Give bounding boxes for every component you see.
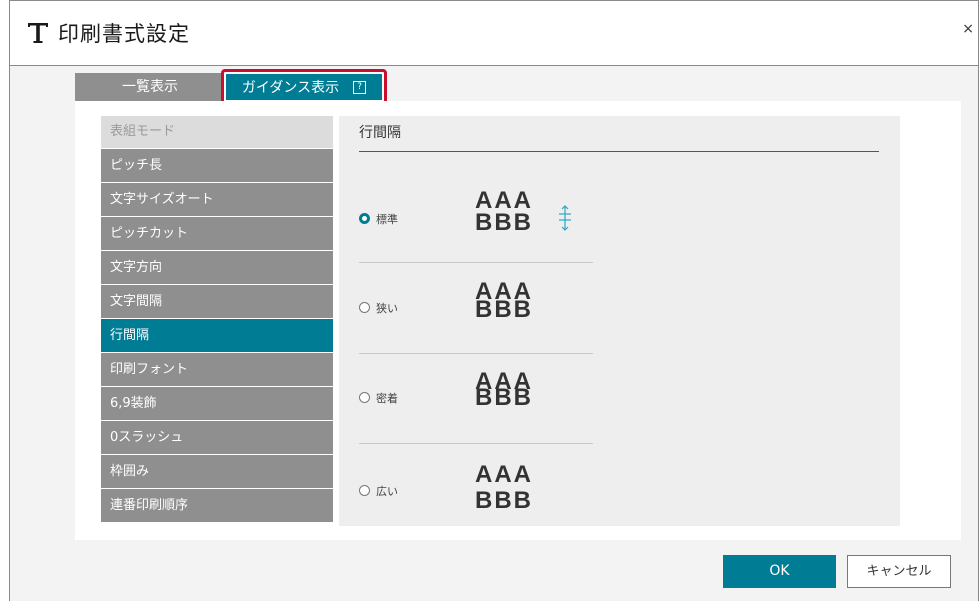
sidebar-item-pitch-length[interactable]: ピッチ長 bbox=[101, 149, 333, 182]
ok-button[interactable]: OK bbox=[723, 555, 836, 588]
letter-t-icon bbox=[26, 19, 50, 47]
sample-tight: AAA BBB bbox=[475, 370, 533, 411]
sidebar-item-print-font[interactable]: 印刷フォント bbox=[101, 353, 333, 386]
title-bar: 印刷書式設定 × bbox=[10, 0, 978, 66]
radio-narrow[interactable] bbox=[359, 302, 370, 313]
sample-narrow-line2: BBB bbox=[475, 296, 533, 323]
sidebar-item-line-spacing[interactable]: 行間隔 bbox=[101, 319, 333, 352]
option-divider bbox=[359, 443, 593, 444]
sample-wide-line1: AAA bbox=[475, 461, 533, 488]
radio-standard[interactable] bbox=[359, 213, 370, 224]
print-format-dialog: 印刷書式設定 × 一覧表示 ガイダンス表示 ? 表組モード ピッチ長 文字サイズ… bbox=[9, 0, 979, 601]
sidebar-item-char-spacing[interactable]: 文字間隔 bbox=[101, 285, 333, 318]
tab-guidance-label: ガイダンス表示 bbox=[241, 80, 340, 96]
line-spacing-content: 行間隔 標準 AAA BBB 狭い AAA BBB 密着 AAA BBB 広い … bbox=[339, 116, 900, 526]
sidebar-item-font-size-auto[interactable]: 文字サイズオート bbox=[101, 183, 333, 216]
tab-guidance-highlight: ガイダンス表示 ? bbox=[221, 69, 387, 105]
title-divider bbox=[359, 151, 879, 152]
sample-wide-line2: BBB bbox=[475, 487, 533, 514]
radio-tight[interactable] bbox=[359, 392, 370, 403]
sidebar-item-frame[interactable]: 枠囲み bbox=[101, 455, 333, 488]
radio-narrow-label[interactable]: 狭い bbox=[376, 300, 398, 316]
cancel-button[interactable]: キャンセル bbox=[847, 555, 951, 588]
sidebar-item-69-decoration[interactable]: 6,9装飾 bbox=[101, 387, 333, 420]
sidebar-item-serial-print-order[interactable]: 連番印刷順序 bbox=[101, 489, 333, 522]
view-tabs: 一覧表示 ガイダンス表示 ? bbox=[75, 69, 387, 105]
sidebar-item-pitch-cut[interactable]: ピッチカット bbox=[101, 217, 333, 250]
radio-wide[interactable] bbox=[359, 485, 370, 496]
settings-panel: 表組モード ピッチ長 文字サイズオート ピッチカット 文字方向 文字間隔 行間隔… bbox=[75, 101, 961, 540]
dialog-title: 印刷書式設定 bbox=[58, 22, 190, 46]
line-spacing-marker-icon bbox=[557, 204, 573, 236]
radio-tight-label[interactable]: 密着 bbox=[376, 390, 398, 406]
sample-standard: AAA BBB bbox=[475, 189, 533, 236]
section-title: 行間隔 bbox=[359, 125, 401, 141]
sample-wide: AAA BBB bbox=[475, 462, 533, 514]
help-icon: ? bbox=[353, 80, 367, 94]
close-icon[interactable]: × bbox=[962, 21, 974, 37]
option-divider bbox=[359, 262, 593, 263]
sample-standard-line2: BBB bbox=[475, 209, 533, 236]
settings-sidebar: 表組モード ピッチ長 文字サイズオート ピッチカット 文字方向 文字間隔 行間隔… bbox=[101, 116, 333, 526]
sample-narrow: AAA BBB bbox=[475, 280, 533, 323]
tab-guidance[interactable]: ガイダンス表示 ? bbox=[226, 74, 382, 100]
sidebar-item-zero-slash[interactable]: 0スラッシュ bbox=[101, 421, 333, 454]
option-divider bbox=[359, 353, 593, 354]
radio-wide-label[interactable]: 広い bbox=[376, 483, 398, 499]
tab-overview[interactable]: 一覧表示 bbox=[75, 73, 225, 101]
sidebar-header-table-mode: 表組モード bbox=[101, 116, 333, 148]
sample-tight-line2: BBB bbox=[475, 384, 533, 411]
sidebar-item-text-direction[interactable]: 文字方向 bbox=[101, 251, 333, 284]
radio-standard-label[interactable]: 標準 bbox=[376, 211, 398, 227]
